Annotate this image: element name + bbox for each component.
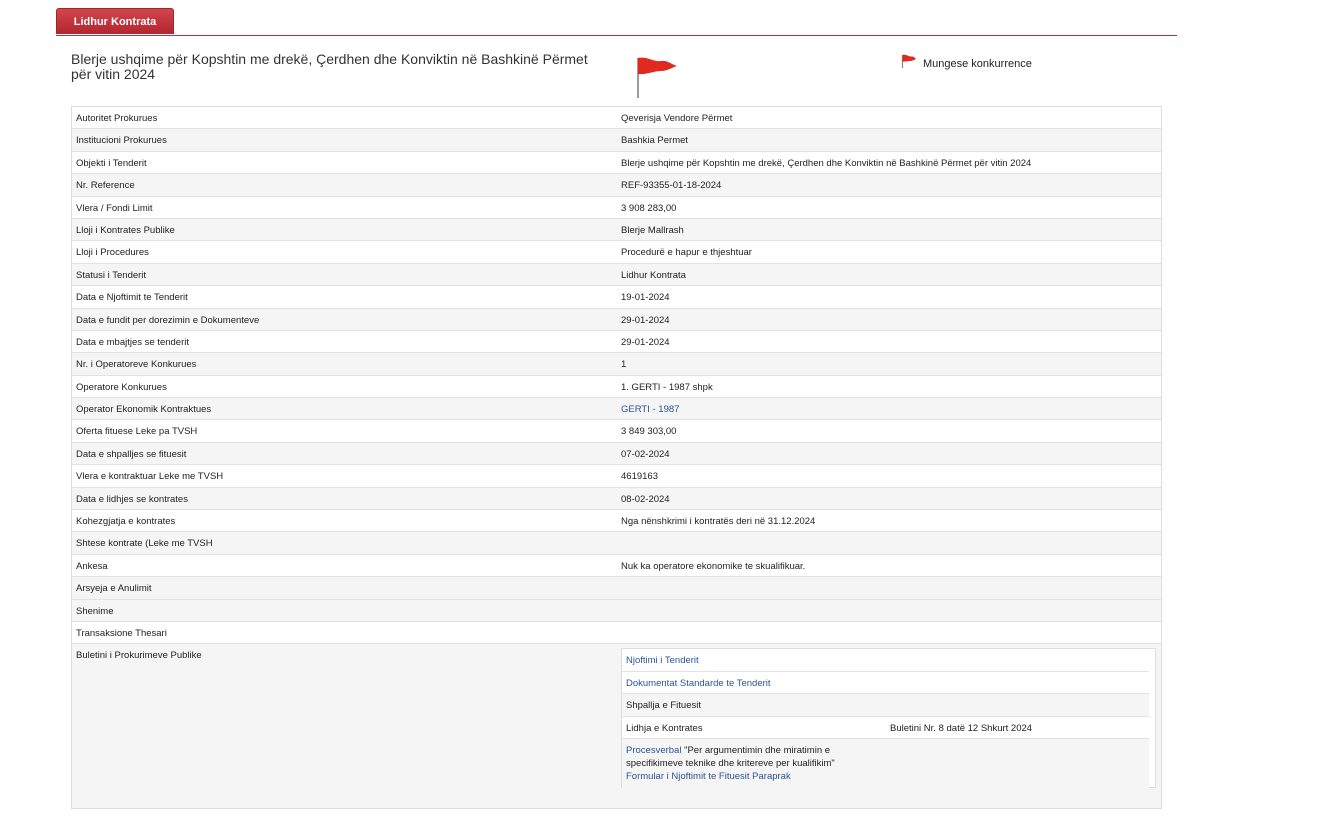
table-row: Data e mbajtjes se tenderit 29-01-2024 (72, 331, 1161, 354)
status-tab[interactable]: Lidhur Kontrata (56, 8, 174, 34)
row-value: 29-01-2024 (621, 336, 670, 348)
row-value: 07-02-2024 (621, 448, 670, 460)
table-row: Nr. Reference REF-93355-01-18-2024 (72, 174, 1161, 197)
row-label: Vlera / Fondi Limit (76, 202, 153, 214)
table-row: Ankesa Nuk ka operatore ekonomike te sku… (72, 555, 1161, 578)
tender-details-table: Autoritet Prokurues Qeverisja Vendore Pë… (71, 106, 1162, 810)
row-value: 3 849 303,00 (621, 426, 677, 438)
table-row: Autoritet Prokurues Qeverisja Vendore Pë… (72, 107, 1161, 130)
row-value: Blerje Mallrash (621, 224, 684, 236)
row-label: Operator Ekonomik Kontraktues (76, 404, 212, 416)
row-label: Statusi i Tenderit (76, 269, 147, 281)
table-row: Data e lidhjes se kontrates 08-02-2024 (72, 487, 1161, 511)
table-row: Transaksione Thesari (72, 622, 1161, 645)
bulletin-item: Njoftimi i Tenderit (622, 649, 1149, 672)
table-row: Data e fundit per dorezimin e Dokumentev… (72, 308, 1161, 331)
row-value: Bashkia Permet (621, 135, 689, 147)
row-label: Shenime (76, 605, 114, 617)
standard-documents-link[interactable]: Dokumentat Standarde te Tenderit (626, 678, 771, 689)
table-row: Statusi i Tenderit Lidhur Kontrata (72, 263, 1161, 287)
row-label: Shtese kontrate (Leke me TVSH (76, 538, 213, 550)
bulletin-row: Buletini i Prokurimeve Publike Njoftimi … (72, 644, 1161, 809)
row-label: Lloji i Kontrates Publike (76, 224, 175, 236)
row-value: REF-93355-01-18-2024 (621, 180, 722, 192)
row-label: Institucioni Prokurues (76, 135, 167, 147)
table-row: Lloji i Kontrates Publike Blerje Mallras… (72, 218, 1161, 242)
table-row: Data e Njoftimit te Tenderit 19-01-2024 (72, 286, 1161, 309)
row-value: Procedurë e hapur e thjeshtuar (621, 247, 752, 259)
table-row: Objekti i Tenderit Blerje ushqime për Ko… (72, 152, 1161, 175)
row-label: Data e Njoftimit te Tenderit (76, 292, 188, 304)
procesverbal-link[interactable]: Procesverbal (626, 745, 681, 756)
row-label: Lloji i Procedures (76, 247, 149, 259)
title-area: Blerje ushqime për Kopshtin me drekë, Çe… (71, 50, 1161, 100)
row-label: Autoritet Prokurues (76, 113, 158, 124)
row-value: Nga nënshkrimi i kontratës deri në 31.12… (621, 516, 816, 528)
bulletin-box: Njoftimi i Tenderit Dokumentat Standarde… (621, 648, 1156, 790)
row-label: Vlera e kontraktuar Leke me TVSH (76, 471, 224, 483)
row-value: 1 (621, 359, 627, 371)
table-row: Vlera e kontraktuar Leke me TVSH 4619163 (72, 465, 1161, 488)
row-value: 3 908 283,00 (621, 202, 677, 214)
table-row: Operatore Konkurues 1. GERTI - 1987 shpk (72, 376, 1161, 399)
table-row: Shtese kontrate (Leke me TVSH (72, 532, 1161, 555)
table-row: Vlera / Fondi Limit 3 908 283,00 (72, 197, 1161, 219)
tab-strip: Lidhur Kontrata (56, 8, 1177, 36)
row-label: Oferta fituese Leke pa TVSH (76, 426, 198, 438)
table-row: Arsyeja e Anulimit (72, 577, 1161, 600)
contract-bulletin-number: Buletini Nr. 8 datë 12 Shkurt 2024 (890, 722, 1033, 734)
row-label: Data e mbajtjes se tenderit (76, 336, 190, 348)
bulletin-notes: Procesverbal "Per argumentimin dhe mirat… (622, 739, 1149, 790)
row-value: 29-01-2024 (621, 314, 670, 326)
bulletin-item: Dokumentat Standarde te Tenderit (622, 672, 1149, 695)
row-label: Operatore Konkurues (76, 381, 167, 393)
winner-form-link[interactable]: Formular i Njoftimit te Fituesit Parapra… (626, 771, 791, 782)
row-value: Nuk ka operatore ekonomike te skualifiku… (621, 560, 806, 572)
row-value: 1. GERTI - 1987 shpk (621, 381, 713, 393)
legend-label: Mungese konkurrence (923, 58, 1032, 70)
row-label: Data e shpalljes se fituesit (76, 448, 187, 460)
row-value: 08-02-2024 (621, 493, 670, 505)
row-label: Buletini i Prokurimeve Publike (76, 650, 202, 662)
row-value: 19-01-2024 (621, 292, 670, 304)
row-value: Qeverisja Vendore Përmet (621, 113, 733, 124)
table-row: Lloji i Procedures Procedurë e hapur e t… (72, 241, 1161, 264)
row-label: Data e lidhjes se kontrates (76, 493, 188, 505)
table-row: Nr. i Operatoreve Konkurues 1 (72, 353, 1161, 376)
row-value: Blerje ushqime për Kopshtin me drekë, Çe… (621, 157, 1032, 169)
table-row: Oferta fituese Leke pa TVSH 3 849 303,00 (72, 420, 1161, 443)
tender-notice-link[interactable]: Njoftimi i Tenderit (626, 655, 699, 666)
row-value: 4619163 (621, 471, 658, 483)
table-row: Operator Ekonomik Kontraktues GERTI - 19… (72, 398, 1161, 421)
page-title: Blerje ushqime për Kopshtin me drekë, Çe… (71, 51, 588, 82)
table-row: Shenime (72, 599, 1161, 622)
bulletin-item: Shpallja e Fituesit (622, 694, 1149, 717)
row-label: Arsyeja e Anulimit (76, 583, 152, 595)
small-red-flag-icon (901, 54, 916, 68)
row-value: Lidhur Kontrata (621, 269, 686, 281)
bulletin-item: Lidhja e Kontrates Buletini Nr. 8 datë 1… (622, 717, 1149, 740)
row-label: Data e fundit per dorezimin e Dokumentev… (76, 314, 260, 326)
row-label: Objekti i Tenderit (76, 157, 147, 169)
row-label: Nr. Reference (76, 180, 135, 192)
table-row: Data e shpalljes se fituesit 07-02-2024 (72, 442, 1161, 466)
winner-announcement-label: Shpallja e Fituesit (626, 700, 701, 712)
red-flag-icon (637, 57, 677, 98)
row-label: Kohezgjatja e kontrates (76, 516, 176, 528)
table-row: Kohezgjatja e kontrates Nga nënshkrimi i… (72, 510, 1161, 533)
row-label: Transaksione Thesari (76, 627, 167, 639)
contract-signing-label: Lidhja e Kontrates (626, 722, 703, 734)
row-label: Nr. i Operatoreve Konkurues (76, 359, 197, 371)
contractor-link[interactable]: GERTI - 1987 (621, 404, 679, 415)
table-row: Institucioni Prokurues Bashkia Permet (72, 129, 1161, 152)
row-label: Ankesa (76, 560, 108, 572)
